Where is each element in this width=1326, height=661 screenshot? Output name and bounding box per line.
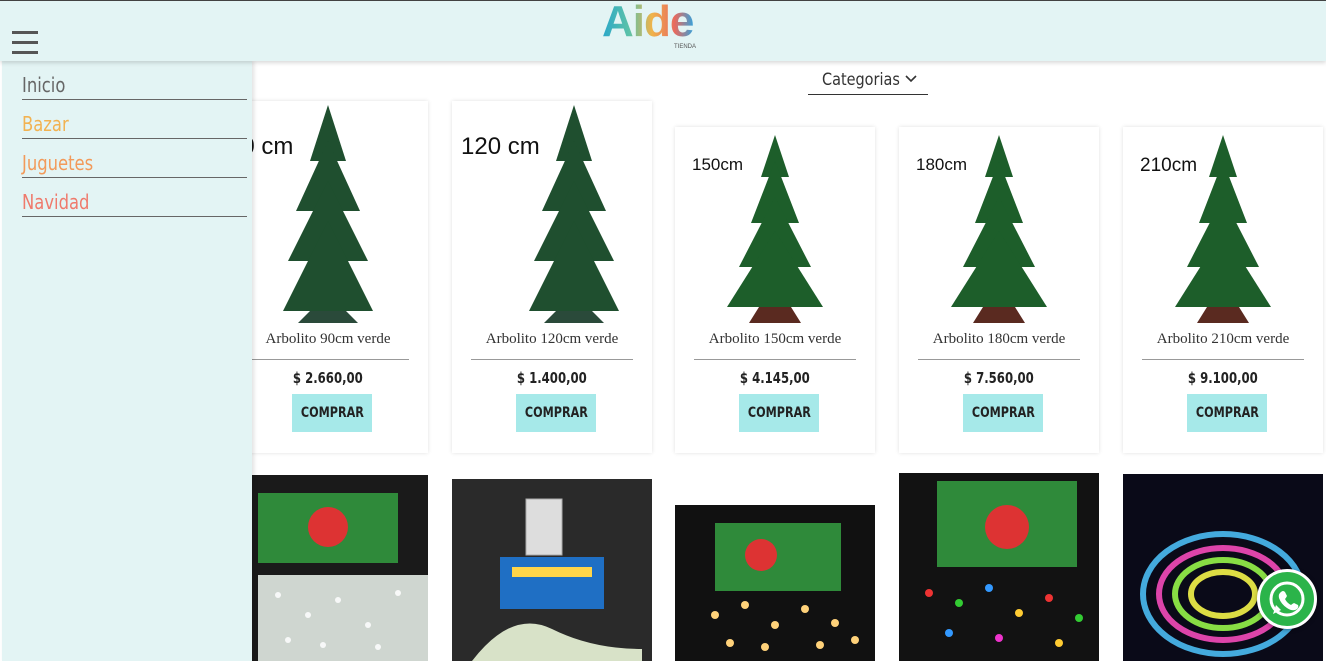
buy-button[interactable]: COMPRAR (963, 394, 1043, 432)
product-card[interactable]: 180cm Arbolito 180cm verde $ 7.560,00 CO… (899, 127, 1099, 453)
buy-button[interactable]: COMPRAR (739, 394, 819, 432)
product-name[interactable]: Arbolito 180cm verde (899, 331, 1099, 348)
product-price: $ 1.400,00 (517, 369, 587, 387)
sidebar-item-label: Inicio (22, 73, 66, 97)
product-price: $ 7.560,00 (964, 369, 1034, 387)
divider (694, 359, 856, 360)
sidebar-item-label: Navidad (22, 190, 90, 214)
divider (1142, 359, 1304, 360)
sidebar-item-juguetes[interactable]: Juguetes (22, 147, 247, 178)
hamburger-icon[interactable] (12, 31, 38, 55)
categories-dropdown[interactable]: Categorias (808, 68, 928, 95)
size-label: 180cm (916, 155, 968, 174)
side-menu: Inicio Bazar Juguetes Navidad (2, 61, 252, 661)
divider (918, 359, 1080, 360)
product-price: $ 2.660,00 (293, 369, 363, 387)
product-price: $ 9.100,00 (1188, 369, 1258, 387)
sidebar-item-label: Juguetes (22, 151, 94, 175)
categories-label: Categorias (822, 70, 900, 90)
product-card[interactable]: 210cm Arbolito 210cm verde $ 9.100,00 CO… (1123, 127, 1323, 453)
logo-text: Aide (602, 0, 694, 47)
product-name[interactable]: Arbolito 90cm verde (228, 331, 428, 348)
product-image-lights-4[interactable] (899, 473, 1099, 661)
size-label: 150cm (692, 155, 744, 174)
brand-logo[interactable]: Aide TIENDA (598, 0, 702, 57)
product-image-lights-1[interactable] (228, 475, 428, 661)
product-image-lights-3[interactable] (675, 505, 875, 661)
product-card[interactable]: 90 cm Arbolito 90cm verde $ 2.660,00 COM… (228, 101, 428, 453)
logo-subtitle: TIENDA (674, 44, 697, 50)
divider (247, 359, 409, 360)
sidebar-item-bazar[interactable]: Bazar (22, 108, 247, 139)
buy-button[interactable]: COMPRAR (516, 394, 596, 432)
product-name[interactable]: Arbolito 120cm verde (452, 331, 652, 348)
site-header: Aide TIENDA (0, 0, 1326, 61)
whatsapp-icon[interactable] (1257, 569, 1317, 629)
product-image-lights-5[interactable] (1123, 474, 1323, 661)
product-name[interactable]: Arbolito 210cm verde (1123, 331, 1323, 348)
sidebar-item-navidad[interactable]: Navidad (22, 186, 247, 217)
product-price: $ 4.145,00 (740, 369, 810, 387)
divider (471, 359, 633, 360)
sidebar-item-label: Bazar (22, 112, 69, 136)
product-card[interactable]: 120 cm Arbolito 120cm verde $ 1.400,00 C… (452, 101, 652, 453)
size-label: 120 cm (461, 133, 540, 160)
product-card[interactable]: 150cm Arbolito 150cm verde $ 4.145,00 CO… (675, 127, 875, 453)
chevron-down-icon (905, 75, 917, 83)
product-image-lights-2[interactable] (452, 479, 652, 661)
buy-button[interactable]: COMPRAR (1187, 394, 1267, 432)
size-label: 210cm (1140, 155, 1198, 176)
product-name[interactable]: Arbolito 150cm verde (675, 331, 875, 348)
buy-button[interactable]: COMPRAR (292, 394, 372, 432)
sidebar-item-inicio[interactable]: Inicio (22, 69, 247, 100)
